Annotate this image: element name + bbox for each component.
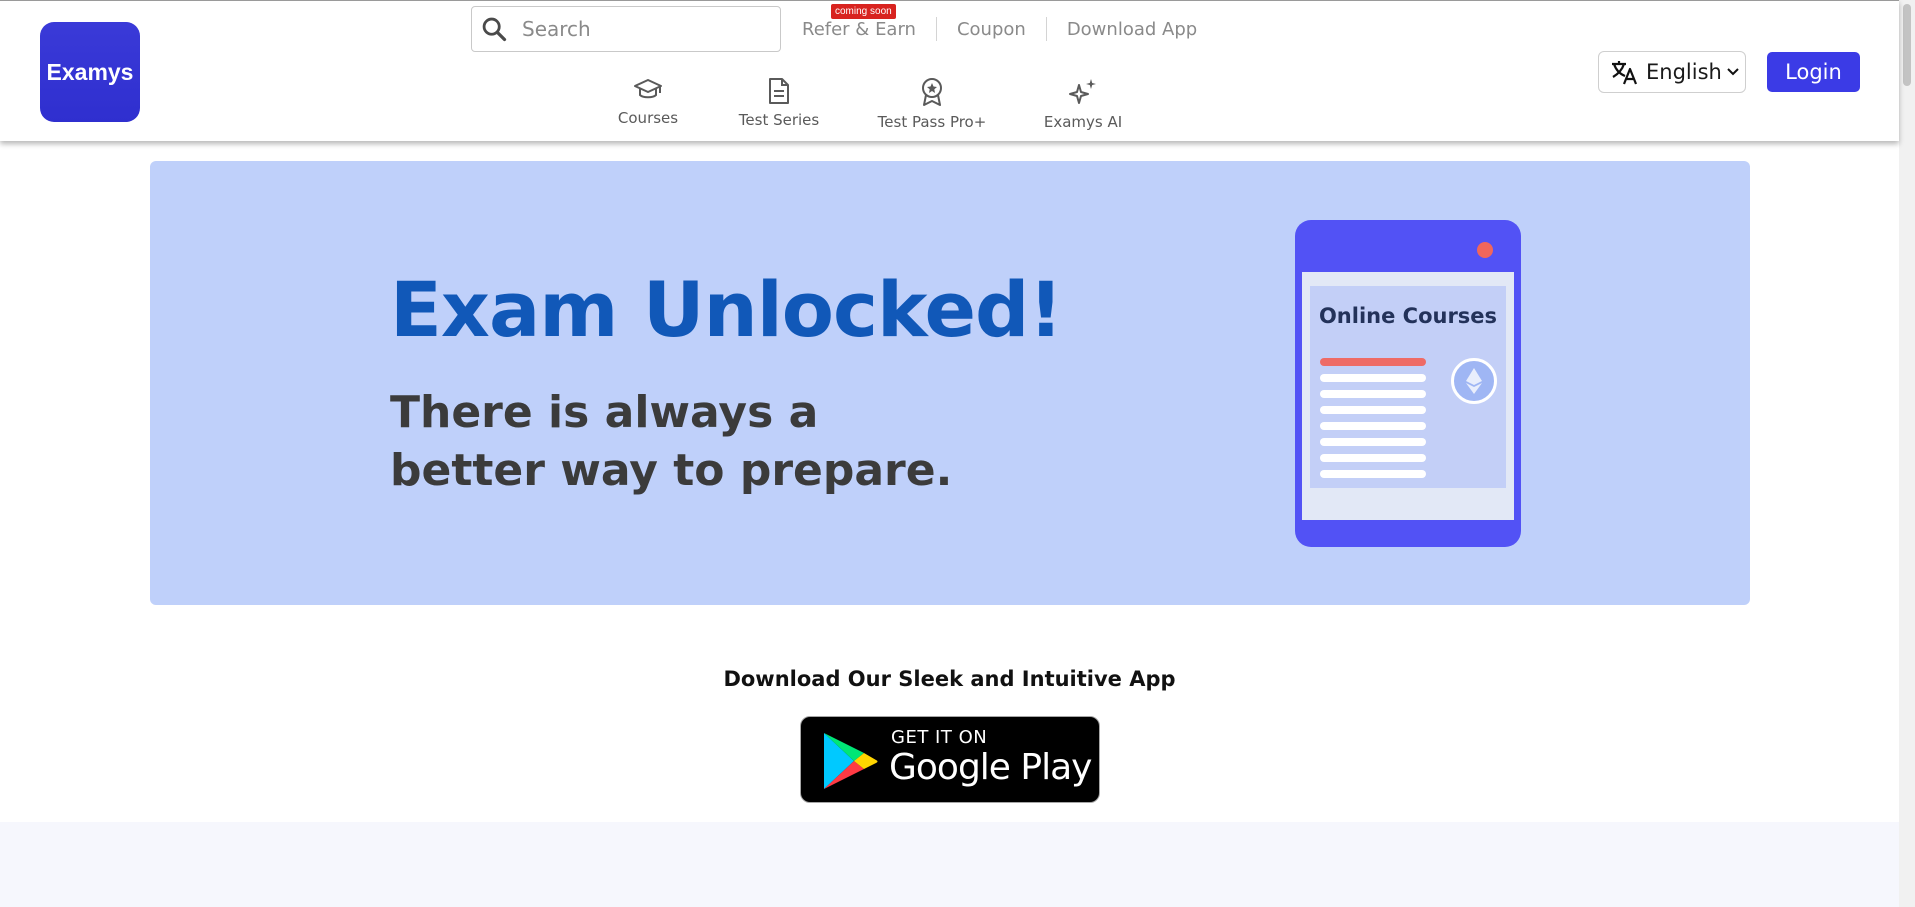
nav-item-courses[interactable]: Courses (617, 77, 679, 127)
download-app-title: Download Our Sleek and Intuitive App (723, 667, 1176, 691)
content-line (1320, 374, 1426, 382)
divider (935, 17, 937, 41)
hero-headline: Exam Unlocked! (390, 265, 1063, 354)
content-line (1320, 422, 1426, 430)
nav-item-test-series[interactable]: Test Series (738, 77, 820, 129)
store-small-text: GET IT ON (891, 727, 988, 748)
logo[interactable]: Examys (40, 22, 140, 122)
ethereum-icon (1451, 358, 1497, 404)
scrollbar-thumb[interactable] (1903, 4, 1911, 86)
nav-label: Courses (617, 109, 679, 127)
language-selector[interactable]: English (1598, 51, 1746, 93)
sparkles-icon (1069, 79, 1096, 104)
hero-sub-line1: There is always a (390, 387, 819, 438)
next-section (0, 822, 1899, 907)
language-label: English (1646, 60, 1722, 84)
nav-label: Test Pass Pro+ (877, 113, 987, 131)
search-input[interactable] (522, 17, 762, 41)
graduation-cap-icon (634, 79, 662, 99)
page: Examys coming soon Refer & Earn Coupon D… (0, 0, 1915, 907)
tablet-illustration: Online Courses (1295, 220, 1521, 547)
download-app-link[interactable]: Download App (1067, 19, 1197, 40)
content-line (1320, 454, 1426, 462)
refer-earn-link[interactable]: Refer & Earn (802, 19, 916, 40)
tablet-screen: Online Courses (1302, 272, 1514, 520)
google-play-icon (824, 733, 878, 789)
tablet-camera (1477, 242, 1493, 258)
coupon-link[interactable]: Coupon (957, 19, 1026, 40)
nav-item-test-pass-pro[interactable]: Test Pass Pro+ (877, 77, 987, 131)
chevron-down-icon (1727, 68, 1739, 76)
translate-icon (1612, 61, 1638, 85)
content-line (1320, 406, 1426, 414)
award-badge-icon (922, 78, 942, 106)
search-icon (482, 17, 507, 42)
nav-label: Examys AI (1043, 113, 1123, 131)
hero-sub-line2: better way to prepare. (390, 445, 953, 496)
nav-item-examys-ai[interactable]: Examys AI (1044, 77, 1122, 131)
tablet-title: Online Courses (1318, 304, 1498, 328)
content-line (1320, 470, 1426, 478)
divider (1045, 17, 1047, 41)
content-line (1320, 438, 1426, 446)
login-button[interactable]: Login (1767, 52, 1860, 92)
tablet-panel: Online Courses (1310, 286, 1506, 488)
document-icon (769, 78, 789, 104)
nav-label: Test Series (738, 111, 820, 129)
search-box[interactable] (471, 6, 781, 52)
header: Examys coming soon Refer & Earn Coupon D… (0, 0, 1899, 141)
hero-subheadline: There is always a better way to prepare. (390, 384, 952, 500)
top-links: Refer & Earn Coupon Download App (802, 17, 1197, 41)
logo-text: Examys (46, 58, 134, 85)
content-line (1320, 358, 1426, 366)
store-big-text: Google Play (889, 747, 1092, 788)
scrollbar[interactable] (1899, 0, 1915, 907)
google-play-button[interactable]: GET IT ON Google Play (800, 716, 1100, 803)
content-line (1320, 390, 1426, 398)
